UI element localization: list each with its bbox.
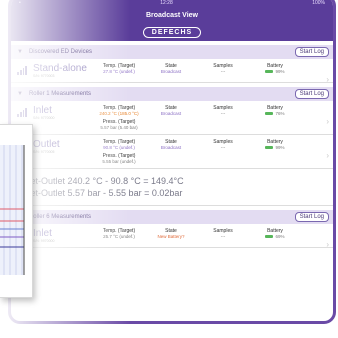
section-roller-6[interactable]: ▼ Roller 6 Measurements Start Log — [11, 210, 333, 224]
section-roller-1[interactable]: ▼ Roller 1 Measurements Start Log — [11, 87, 333, 101]
device-row[interactable]: Stand-alone S/N: 9770003 Temp. (Target) 2… — [11, 59, 333, 84]
chevron-right-icon[interactable]: › — [326, 117, 329, 126]
brand-logo: DEFECHS — [142, 26, 202, 38]
device-serial: S/N: 9770000 — [33, 116, 55, 120]
signal-strength-icon — [17, 65, 27, 75]
device-row[interactable]: Inlet S/N: 9970000 Temp. (Target) 25.7 °C… — [11, 224, 333, 249]
chevron-right-icon[interactable]: › — [326, 75, 329, 84]
battery-icon — [265, 146, 274, 150]
nav-title: Broadcast View — [11, 9, 333, 23]
tablet-screen: • 12:28 100% Broadcast View DEFECHS ▼ Di… — [8, 0, 336, 324]
start-log-button[interactable]: Start Log — [294, 89, 329, 99]
section-discovered-devices[interactable]: ▼ Discovered ED Devices Start Log — [11, 45, 333, 59]
collapse-triangle-icon[interactable]: ▼ — [17, 91, 23, 97]
device-name: Inlet — [33, 105, 52, 116]
samples-value: --- — [220, 69, 226, 74]
device-serial: S/N: 9770005 — [33, 150, 55, 154]
temp-difference: Inlet-Outlet 240.2 °C - 90.8 °C = 149.4°… — [21, 176, 184, 186]
battery-value: 76% — [275, 111, 285, 116]
temp-value: 25.7 °C (undef.) — [103, 234, 135, 239]
clock: 12:28 — [160, 0, 173, 6]
device-row[interactable]: Inlet S/N: 9770000 Temp. (Target) 240.2 … — [11, 101, 333, 135]
samples-value: --- — [220, 234, 226, 239]
signal-strength-icon — [17, 107, 27, 117]
battery-value: 69% — [275, 234, 285, 239]
signal-status: • — [19, 0, 21, 6]
device-name: Inlet — [33, 228, 52, 239]
battery-icon — [265, 70, 274, 74]
collapse-triangle-icon[interactable]: ▼ — [17, 49, 23, 55]
start-log-button[interactable]: Start Log — [294, 47, 329, 57]
device-name: Stand-alone — [33, 63, 87, 74]
chart-preview-graphic — [0, 145, 25, 275]
start-log-button[interactable]: Start Log — [294, 212, 329, 222]
state-value: New Battery? — [157, 234, 185, 239]
press-value: 5.55 bar (undef.) — [102, 159, 136, 164]
status-bar: • 12:28 100% — [11, 0, 333, 9]
chevron-right-icon[interactable]: › — [326, 151, 329, 160]
battery-icon — [265, 235, 274, 239]
battery-value: 99% — [275, 145, 285, 150]
state-value: Broadcast — [160, 145, 182, 150]
press-value: 5.57 bar (5.40 bar) — [100, 125, 138, 130]
chart-thumbnail — [0, 124, 33, 298]
section-title: Roller 6 Measurements — [28, 214, 91, 220]
state-value: Broadcast — [160, 69, 182, 74]
samples-value: --- — [220, 145, 226, 150]
temp-value: 240.2 °C (185.0 °C) — [99, 111, 139, 116]
logo-row: DEFECHS — [11, 23, 333, 41]
device-serial: S/N: 9770003 — [33, 74, 55, 78]
battery-status: 100% — [312, 0, 325, 6]
samples-value: --- — [220, 111, 226, 116]
temp-value: 27.8 °C (undef.) — [103, 69, 135, 74]
section-title: Discovered ED Devices — [28, 49, 92, 55]
device-serial: S/N: 9970000 — [33, 239, 55, 243]
section-title: Roller 1 Measurements — [28, 91, 91, 97]
temp-value: 90.8 °C (undef.) — [103, 145, 135, 150]
difference-summary: Inlet-Outlet 240.2 °C - 90.8 °C = 149.4°… — [11, 169, 333, 206]
device-name: Outlet — [33, 139, 60, 150]
pressure-difference: Inlet-Outlet 5.57 bar - 5.55 bar = 0.02b… — [21, 188, 183, 198]
device-row[interactable]: Outlet S/N: 9770005 Temp. (Target) 90.8 … — [11, 135, 333, 169]
battery-value: 99% — [275, 69, 285, 74]
state-value: Broadcast — [160, 111, 182, 116]
battery-icon — [265, 112, 274, 116]
chevron-right-icon[interactable]: › — [326, 240, 329, 249]
